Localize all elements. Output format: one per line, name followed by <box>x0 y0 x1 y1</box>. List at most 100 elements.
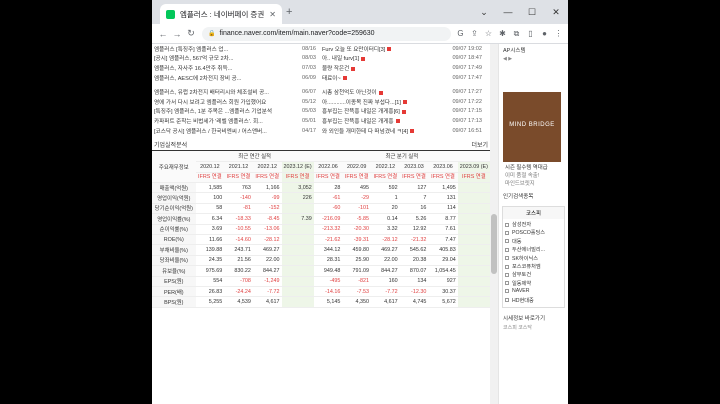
lock-icon: 🔒 <box>208 31 216 37</box>
table-cell: 5,145 <box>313 296 343 308</box>
close-window-button[interactable]: ✕ <box>544 0 568 24</box>
table-row: EPS(원) 554 -708 -1,249 -495 -821 160 134 927 <box>152 276 490 287</box>
stock-name[interactable]: POSCO홀딩스 <box>512 230 545 236</box>
back-button[interactable]: ← <box>156 29 170 39</box>
row-label[interactable]: 당기순이익(억원) <box>152 203 196 215</box>
table-cell: 131 <box>428 192 458 204</box>
ad-banner[interactable]: MIND BRIDGE <box>503 92 561 162</box>
google-icon[interactable]: G <box>455 29 466 39</box>
puzzle-icon[interactable]: ⧉ <box>511 29 522 39</box>
table-row: ROE(%) 11.66 -14.60 -28.12 -21.62 -39.31 -28.1… <box>152 234 490 246</box>
row-label[interactable]: 매출액(억원) <box>152 182 196 194</box>
new-badge-icon <box>402 100 407 105</box>
table-cell: 844.27 <box>252 265 282 277</box>
table-cell: 1,585 <box>195 182 225 194</box>
list-item[interactable]: [특징주] 엠플러스, 1분 주목은 ...엠플러스 기업분석 05/03 흥부집는… <box>154 107 488 117</box>
scrollbar[interactable] <box>490 44 498 404</box>
list-item[interactable]: 엠플러스, 자사주 16.4만주 취득... 07/03 물량 작은건 09/07 1… <box>154 63 488 73</box>
minimize-button[interactable]: — <box>496 0 520 24</box>
list-item[interactable]: HD현대중 <box>505 297 562 305</box>
star-icon[interactable]: ☆ <box>483 29 494 39</box>
stock-name[interactable]: 일동제약 <box>512 281 531 287</box>
footer-link[interactable]: 시세정보 바로가기 <box>499 312 568 324</box>
extension-icon[interactable]: ✱ <box>497 29 508 39</box>
list-item[interactable]: 삼부토건 <box>505 271 562 279</box>
row-label[interactable]: 순이익률(%) <box>152 224 196 235</box>
table-row: 영업이익률(%) 6.34 -18.33 -8.45 7.39 -216.09 -5.85 0… <box>152 213 490 225</box>
profile-icon[interactable]: ● <box>539 29 550 39</box>
stock-name[interactable]: 포스코퓨처엠 <box>512 264 541 270</box>
row-label[interactable]: 영업이익(억원) <box>152 192 196 204</box>
table-cell: 29.04 <box>428 255 458 267</box>
stock-name[interactable]: 삼성전자 <box>512 222 531 228</box>
list-item[interactable]: 엠플러스, AESC에 2차전지 장비 공... 06/09 태료이~ 09/07 1… <box>154 73 488 83</box>
share-icon[interactable]: ⇪ <box>469 29 480 39</box>
row-label[interactable]: EPS(원) <box>152 276 196 287</box>
rank-box-icon <box>505 239 509 244</box>
browser-window: 엠플러스 : 네이버페이 증권 ✕ + ⌄ — ☐ ✕ ← → ↻ 🔒 fina… <box>152 0 568 404</box>
list-item[interactable]: 엠플러스 [특징주] 엠플러스 업... 08/16 Furv 오늘 또 요만이터디… <box>154 44 488 54</box>
table-cell: 25.90 <box>342 255 372 267</box>
close-tab-icon[interactable]: ✕ <box>269 10 276 19</box>
forward-button[interactable]: → <box>170 29 184 39</box>
list-item[interactable]: 포스코퓨처엠 <box>505 263 562 271</box>
row-label[interactable]: BPS(원) <box>152 296 196 308</box>
table-cell: 8.77 <box>428 213 458 225</box>
period-header: 2022.06 <box>313 161 343 173</box>
row-label[interactable]: PER(배) <box>152 286 196 298</box>
row-label[interactable]: 당좌비율(%) <box>152 255 196 267</box>
menu-icon[interactable]: ⋮ <box>553 29 564 39</box>
stock-name[interactable]: HD현대중 <box>512 298 534 304</box>
list-item[interactable]: 카파퍼트 준착는 비법세가 '레벨 엠플러스'. 회... 05/01 흥부집는 잔… <box>154 116 488 126</box>
chevron-down-icon[interactable]: ⌄ <box>472 0 496 24</box>
list-item[interactable]: 두산에너빌리... <box>505 246 562 254</box>
list-item[interactable]: 삼성전자 <box>505 221 562 229</box>
table-row: 당기순이익(억원) 58 -81 -152 -60 -101 20 16 114 <box>152 203 490 215</box>
table-cell: 3,052 <box>281 182 314 194</box>
stock-name[interactable]: SK하이닉스 <box>512 256 538 262</box>
list-item[interactable]: 대동 <box>505 238 562 246</box>
list-item[interactable]: [코스닥 공시] 엠플러스 / 한국비엔씨 / 어스앤버... 04/17 와 외인… <box>154 126 488 136</box>
table-cell: 243.71 <box>224 244 253 256</box>
ifrs-label: IFRS 연결 <box>428 172 458 184</box>
browser-tab[interactable]: 엠플러스 : 네이버페이 증권 ✕ <box>160 4 282 24</box>
ad-brand: MIND BRIDGE <box>509 122 555 128</box>
side-pager[interactable]: ◀ ▶ <box>499 56 568 62</box>
list-item[interactable]: [공시] 엠플러스, 567억 규모 2차... 08/03 아.. 내일 furv… <box>154 54 488 64</box>
table-cell: 3.69 <box>195 224 225 235</box>
row-label[interactable]: 영업이익률(%) <box>152 213 196 225</box>
row-label[interactable]: 유보율(%) <box>152 265 196 277</box>
reload-button[interactable]: ↻ <box>184 28 198 39</box>
stock-name[interactable]: 대동 <box>512 239 522 245</box>
ifrs-label: IFRS 연결 <box>252 172 282 184</box>
stock-name[interactable]: 삼부토건 <box>512 272 531 278</box>
table-cell: -152 <box>252 203 282 215</box>
row-label[interactable]: ROE(%) <box>152 234 196 246</box>
list-item[interactable]: POSCO홀딩스 <box>505 229 562 237</box>
list-item[interactable]: SK하이닉스 <box>505 255 562 263</box>
table-cell: 160 <box>371 276 400 287</box>
list-item[interactable]: 일동제약 <box>505 280 562 288</box>
table-row: PER(배) 26.83 -24.24 -7.72 -14.16 -7.53 -7.72 -1… <box>152 286 490 298</box>
footer-tabs[interactable]: 코스피 코스닥 <box>499 324 568 331</box>
table-cell: 12.92 <box>399 224 429 235</box>
address-bar[interactable]: 🔒 finance.naver.com/item/main.naver?code… <box>202 26 451 41</box>
list-item[interactable]: NAVER <box>505 288 562 296</box>
tab-kospi[interactable]: 코스피 <box>503 207 564 219</box>
sidepanel-icon[interactable]: ▯ <box>525 29 536 39</box>
stock-name[interactable]: 두산에너빌리... <box>512 247 545 253</box>
scrollbar-thumb[interactable] <box>491 214 497 274</box>
ad-caption[interactable]: 시즌 필수템 역대급 이미 품절 속출! 마인드브릿지 <box>499 162 568 190</box>
stock-name[interactable]: NAVER <box>512 288 530 294</box>
list-item[interactable]: 영에 가서 다시 보려고 엠플러스 회원 가입했어요 05/12 아........… <box>154 97 488 107</box>
table-cell: -8.45 <box>252 213 282 225</box>
table-cell <box>281 265 314 277</box>
section-title: 기업실적분석 <box>154 143 188 150</box>
new-tab-button[interactable]: + <box>286 6 292 18</box>
list-item[interactable]: 엠플러스, 유럽 2차전지 배터리시와 체조설비 공... 06/07 시총 삼천억… <box>154 87 488 97</box>
table-cell: 844.27 <box>371 265 400 277</box>
table-cell <box>457 182 490 194</box>
more-link[interactable]: 더보기 <box>471 140 488 149</box>
maximize-button[interactable]: ☐ <box>520 0 544 24</box>
row-label[interactable]: 부채비율(%) <box>152 244 196 256</box>
